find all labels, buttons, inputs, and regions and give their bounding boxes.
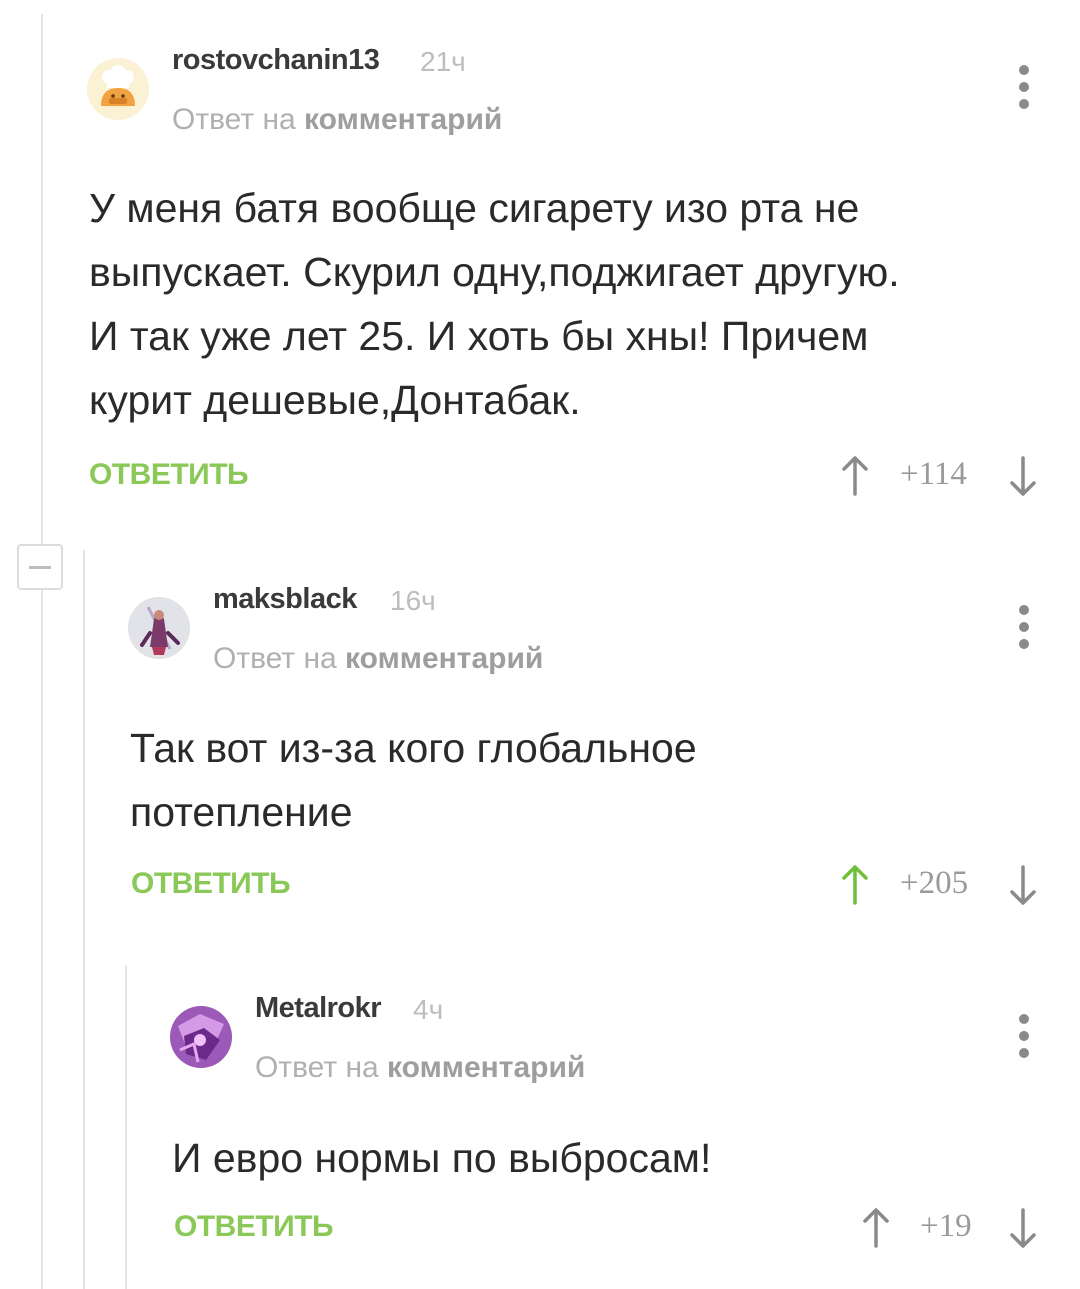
dot [1019,622,1029,632]
avatar[interactable] [128,597,190,659]
comment-text: Так вот из-за кого глобальное потепление [130,716,1050,844]
dot [1019,1014,1029,1024]
chef-hat-avatar-icon [87,58,149,120]
comment-menu-button[interactable] [1014,62,1034,112]
comment-rating: +114 [900,456,967,492]
comment-text-line: выпускает. Скурил одну,поджигает другую. [89,249,900,295]
comment-text: У меня батя вообще сигарету изо рта не в… [89,176,1049,432]
comment-time: 21ч [420,46,466,77]
comment-text-line: курит дешевые,Донтабак. [89,377,581,423]
reply-to-link[interactable]: комментарий [304,103,502,136]
downvote-arrow-icon[interactable] [1008,1206,1038,1250]
downvote-arrow-icon[interactable] [1008,454,1038,498]
comment-time: 4ч [413,994,444,1025]
dot [1019,65,1029,75]
reply-to-line: Ответ на комментарий [255,1051,585,1085]
comment-text: И евро нормы по выбросам! [172,1126,1042,1190]
reply-to-line: Ответ на комментарий [172,103,502,137]
reply-to-link[interactable]: комментарий [387,1051,585,1084]
username[interactable]: Metalrokr [255,992,382,1025]
reply-to-link[interactable]: комментарий [345,642,543,675]
thread-line-root [41,14,43,1289]
username[interactable]: rostovchanin13 [172,44,380,77]
dot [1019,1031,1029,1041]
comment-rating: +19 [920,1208,972,1244]
downvote-arrow-icon[interactable] [1008,863,1038,907]
avatar[interactable] [170,1006,232,1068]
reply-to-prefix: Ответ на [255,1051,379,1084]
upvote-arrow-icon[interactable] [840,863,870,907]
comment-time: 16ч [390,585,436,616]
thread-line-level-3 [125,965,127,1289]
comment-text-line: И евро нормы по выбросам! [172,1135,712,1181]
reply-button[interactable]: ОТВЕТИТЬ [89,458,249,492]
comment-menu-button[interactable] [1014,602,1034,652]
avatar[interactable] [87,58,149,120]
thread-line-level-2 [83,550,85,1289]
minus-icon [29,566,51,569]
comment-menu-button[interactable] [1014,1011,1034,1061]
comment-text-line: Так вот из-за кого глобальное [130,725,697,771]
dot [1019,639,1029,649]
upvote-arrow-icon[interactable] [861,1206,891,1250]
comment-rating: +205 [900,865,969,901]
reply-button[interactable]: ОТВЕТИТЬ [174,1210,334,1244]
reply-to-prefix: Ответ на [172,103,296,136]
dot [1019,82,1029,92]
comment-text-line: потепление [130,789,353,835]
dot [1019,99,1029,109]
reply-button[interactable]: ОТВЕТИТЬ [131,867,291,901]
purple-avatar-icon [170,1006,232,1068]
username[interactable]: maksblack [213,583,357,616]
reply-to-line: Ответ на комментарий [213,642,543,676]
dot [1019,605,1029,615]
warrior-avatar-icon [128,597,190,659]
dot [1019,1048,1029,1058]
reply-to-prefix: Ответ на [213,642,337,675]
comment-text-line: У меня батя вообще сигарету изо рта не [89,185,860,231]
comment-text-line: И так уже лет 25. И хоть бы хны! Причем [89,313,869,359]
collapse-thread-button[interactable] [17,544,63,590]
upvote-arrow-icon[interactable] [840,454,870,498]
